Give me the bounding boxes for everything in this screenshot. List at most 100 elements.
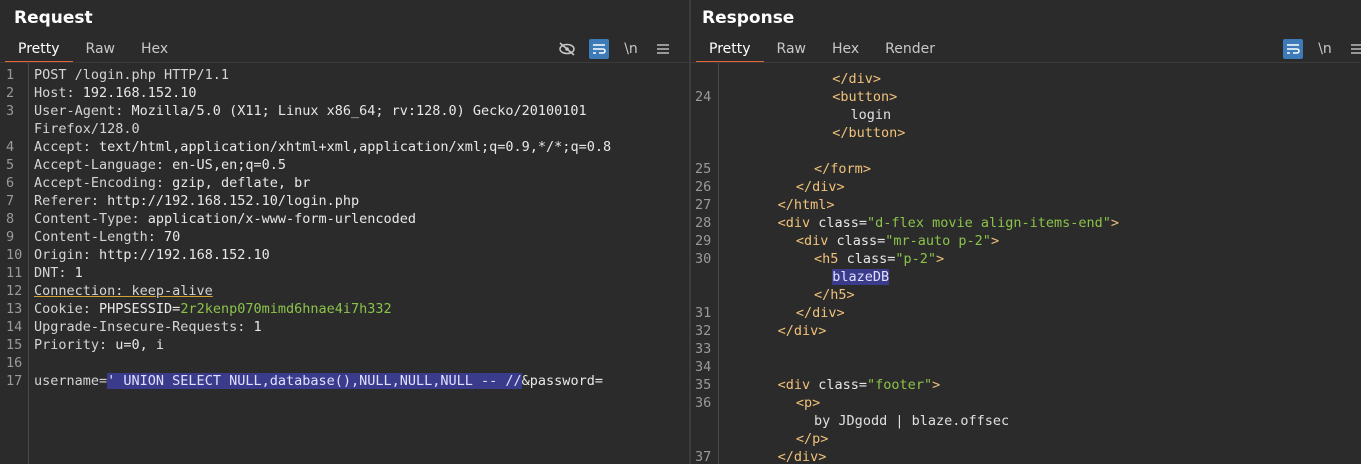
line-content: </div> <box>832 70 881 88</box>
html-token-tag: </div> <box>795 305 845 321</box>
line-number: 14 <box>6 319 23 335</box>
header-name: Accept-Encoding: <box>34 175 165 191</box>
newline-toggle-icon[interactable]: \n <box>621 39 641 59</box>
line-number: 24 <box>695 89 712 105</box>
header-name: Connection: keep-alive <box>34 283 213 299</box>
header-value: en-US,en;q=0.5 <box>164 157 286 173</box>
line-number: 16 <box>6 355 23 371</box>
line-content: Cookie: PHPSESSID=2r2kenp070mimd6hnae4i7… <box>34 300 392 318</box>
html-token-attr: class= <box>836 233 886 249</box>
line-number: 12 <box>6 283 23 299</box>
tab-pretty[interactable]: Pretty <box>5 37 73 63</box>
html-token-tag: </form> <box>814 161 871 177</box>
html-token-tag: <div <box>777 215 819 231</box>
header-name: Accept: <box>34 139 91 155</box>
response-pane: Response Pretty Raw Hex Render \n </div>… <box>691 0 1361 464</box>
header-name: POST /login.php HTTP/1.1 <box>34 67 230 83</box>
line-content: Origin: http://192.168.152.10 <box>34 246 270 264</box>
html-token-aval: "p-2" <box>895 251 936 267</box>
request-editor-separator <box>0 62 689 63</box>
header-name: Content-Type: <box>34 211 140 227</box>
line-content: Content-Length: 70 <box>34 228 180 246</box>
html-token-aval: "footer" <box>867 377 933 393</box>
line-content: Accept: text/html,application/xhtml+xml,… <box>34 138 611 156</box>
newline-toggle-icon[interactable]: \n <box>1315 39 1335 59</box>
header-value: http://192.168.152.10 <box>90 247 270 263</box>
html-token-tag: <button> <box>832 89 898 105</box>
tab-hex[interactable]: Hex <box>128 37 181 61</box>
line-content: blazeDB <box>832 268 890 286</box>
tab-pretty[interactable]: Pretty <box>696 37 764 63</box>
line-content: <div class="d-flex movie align-items-end… <box>778 214 1119 232</box>
line-content: Firefox/128.0 <box>34 120 140 138</box>
line-number: 8 <box>6 211 15 227</box>
line-content: Host: 192.168.152.10 <box>34 84 197 102</box>
tab-raw[interactable]: Raw <box>73 37 128 61</box>
line-content: </html> <box>778 196 835 214</box>
line-content: by JDgodd | blaze.offsec <box>814 412 1009 430</box>
response-editor-separator <box>691 62 1361 63</box>
line-number: 3 <box>6 103 15 119</box>
header-name: User-Agent: <box>34 103 124 119</box>
html-token-tag: <p> <box>795 395 821 411</box>
html-token-tag: </html> <box>777 197 835 213</box>
line-number: 5 <box>6 157 15 173</box>
line-content: login <box>850 106 891 124</box>
wrap-lines-icon[interactable] <box>1283 39 1303 59</box>
header-value: application/x-www-form-urlencoded <box>139 211 417 227</box>
html-token-tag: </div> <box>777 323 827 339</box>
line-content: username=' UNION SELECT NULL,database(),… <box>34 372 603 390</box>
header-name: Upgrade-Insecure-Requests: <box>34 319 246 335</box>
line-number: 2 <box>6 85 15 101</box>
line-content: DNT: 1 <box>34 264 83 282</box>
request-toolbar: \n <box>557 37 673 61</box>
line-content: </div> <box>796 304 845 322</box>
line-number: 13 <box>6 301 23 317</box>
line-number: 26 <box>695 179 712 195</box>
header-name: Accept-Language: <box>34 157 165 173</box>
line-number: 25 <box>695 161 712 177</box>
tab-render[interactable]: Render <box>872 37 948 61</box>
header-value: PHPSESSID= <box>90 301 181 317</box>
line-content: Upgrade-Insecure-Requests: 1 <box>34 318 262 336</box>
line-number: 7 <box>6 193 15 209</box>
line-content: <div class="footer"> <box>778 376 941 394</box>
line-content: <div class="mr-auto p-2"> <box>796 232 999 250</box>
line-content: Connection: keep-alive <box>34 282 213 300</box>
line-number: 6 <box>6 175 15 191</box>
html-token-tag: </div> <box>795 179 845 195</box>
wrap-lines-icon[interactable] <box>589 39 609 59</box>
html-token-tag: </h5> <box>814 287 855 303</box>
line-number: 31 <box>695 305 712 321</box>
line-number: 37 <box>695 449 712 464</box>
html-token-tag: > <box>1110 215 1120 231</box>
html-token-tag: > <box>932 377 941 393</box>
html-token-tag: </p> <box>795 431 829 447</box>
selected-payload: ' UNION SELECT NULL,database(),NULL,NULL… <box>107 373 522 389</box>
line-number: 28 <box>695 215 712 231</box>
html-token-tag: > <box>990 233 1000 249</box>
hide-nonprintable-icon[interactable] <box>557 39 577 59</box>
response-title: Response <box>702 8 795 28</box>
line-number: 30 <box>695 251 712 267</box>
line-number: 11 <box>6 265 23 281</box>
request-pane: Request Pretty Raw Hex \n 1 POST /login.p… <box>0 0 689 464</box>
line-number: 27 <box>695 197 712 213</box>
tab-raw[interactable]: Raw <box>764 37 819 61</box>
html-token-aval: "mr-auto p-2" <box>885 233 991 249</box>
line-number: 4 <box>6 139 15 155</box>
line-content: Priority: u=0, i <box>34 336 164 354</box>
html-token-tag: </button> <box>832 125 906 141</box>
header-name: Referer: <box>34 193 100 209</box>
line-content: <button> <box>832 88 897 106</box>
tab-hex[interactable]: Hex <box>819 37 872 61</box>
html-token-attr: class= <box>818 377 868 393</box>
line-number: 17 <box>6 373 23 389</box>
line-content: Referer: http://192.168.152.10/login.php <box>34 192 359 210</box>
header-value: gzip, deflate, br <box>164 175 311 191</box>
html-token-attr: class= <box>818 215 868 231</box>
menu-icon[interactable] <box>1347 39 1361 59</box>
header-value: 1 <box>66 265 83 281</box>
line-content: </h5> <box>814 286 855 304</box>
menu-icon[interactable] <box>653 39 673 59</box>
